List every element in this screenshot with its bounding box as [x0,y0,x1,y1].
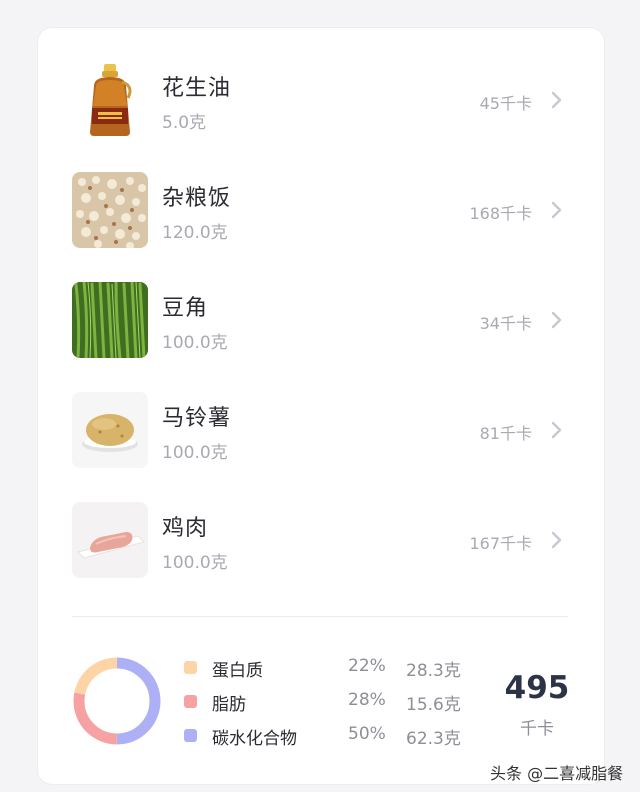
food-amount: 100.0克 [162,333,228,353]
food-calories: 167千卡 [469,534,532,553]
chevron-right-icon [551,311,562,329]
chevron-right-icon [551,91,562,109]
legend-label: 脂肪 [212,695,246,715]
legend-grams: 15.6克 [406,695,461,715]
legend-row-fat: 脂肪 28% 15.6克 [182,688,472,715]
mixed-grain-rice-icon [72,172,148,248]
legend-swatch [184,695,197,708]
food-item-green-beans[interactable]: 豆角 100.0克 34千卡 [38,282,604,360]
food-amount: 100.0克 [162,443,228,463]
food-name: 马铃薯 [162,406,232,431]
food-name: 鸡肉 [162,516,209,541]
food-item-peanut-oil[interactable]: 花生油 5.0克 45千卡 [38,62,604,140]
food-calories: 168千卡 [469,204,532,223]
watermark: 头条 @二喜减脂餐 [490,764,624,783]
legend-swatch [184,661,197,674]
legend-grams: 62.3克 [406,729,461,749]
divider [72,616,568,617]
meal-card: 花生油 5.0克 45千卡 杂粮饭 120.0克 168千卡 豆角 100.0克… [38,28,604,784]
food-name: 花生油 [162,76,232,101]
food-calories: 34千卡 [479,314,532,333]
legend-label: 蛋白质 [212,661,263,681]
oil-bottle-icon [72,62,148,138]
food-item-mixed-grain-rice[interactable]: 杂粮饭 120.0克 168千卡 [38,172,604,250]
food-amount: 5.0克 [162,113,207,133]
food-amount: 120.0克 [162,223,228,243]
potato-icon [72,392,148,468]
green-beans-icon [72,282,148,358]
food-calories: 45千卡 [479,94,532,113]
legend-grams: 28.3克 [406,661,461,681]
food-amount: 100.0克 [162,553,228,573]
total-calories-unit: 千卡 [520,719,554,739]
chevron-right-icon [551,421,562,439]
food-item-chicken[interactable]: 鸡肉 100.0克 167千卡 [38,502,604,580]
food-name: 豆角 [162,296,209,321]
chevron-right-icon [551,201,562,219]
food-item-potato[interactable]: 马铃薯 100.0克 81千卡 [38,392,604,470]
legend-percent: 28% [348,690,386,710]
chicken-icon [72,502,148,578]
legend-percent: 50% [348,724,386,744]
legend-percent: 22% [348,656,386,676]
food-calories: 81千卡 [479,424,532,443]
legend-row-carbs: 碳水化合物 50% 62.3克 [182,722,472,749]
macro-donut-chart [73,657,161,745]
total-calories: 495 [504,670,570,706]
food-name: 杂粮饭 [162,186,232,211]
legend-swatch [184,729,197,742]
legend-label: 碳水化合物 [212,729,297,749]
chevron-right-icon [551,531,562,549]
legend-row-protein: 蛋白质 22% 28.3克 [182,654,472,681]
